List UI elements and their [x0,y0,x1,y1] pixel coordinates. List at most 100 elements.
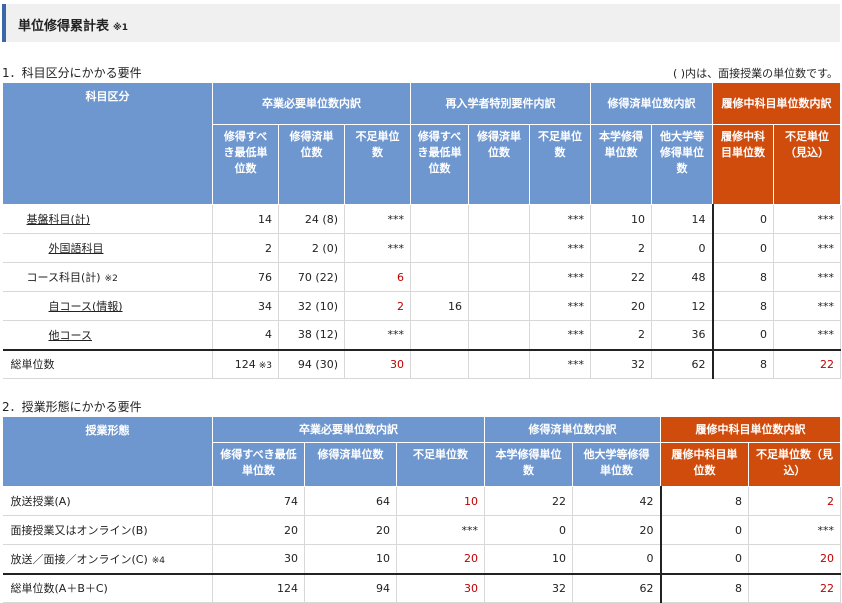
cell-value: 20 [631,299,646,313]
row-label: 放送授業(A) [2,486,213,516]
header-enrolled: 履修中科目単位数内訳 [712,82,842,125]
cell-c10: 22 [773,348,842,379]
cell-value: *** [567,328,585,342]
cell-value: *** [817,212,835,226]
cell-value: 38 (12) [297,328,338,342]
cell-c5: 20 [572,515,662,545]
header2-enrolled: 履修中科目単位数内訳 [660,416,842,443]
cell-c2: 2 (0) [278,233,345,263]
cell-value: 0 [760,241,768,255]
cell-value: 34 [258,299,272,313]
header2-grad-min: 修得すべき最低単位数 [212,442,305,487]
cell-c6: 0 [659,544,750,574]
cell-c5: 62 [572,572,662,603]
cell-c6: *** [529,320,592,350]
header-enr-units: 履修中科目単位数 [712,124,775,205]
header2-own: 本学修得単位数 [484,442,574,487]
row-label: コース科目(計) ※2 [2,262,213,292]
cell-c3: *** [396,515,486,545]
cell-c4 [410,233,470,263]
cell-c1: 34 [212,291,279,321]
row-label-text: 放送／面接／オンライン(C) [10,552,148,566]
header-re-min: 修得すべき最低単位数 [410,124,470,205]
cell-c6: 0 [659,515,750,545]
cell-c8: 48 [651,262,714,292]
cell-value: *** [817,299,835,313]
cell-c1: 124 [212,572,305,603]
cell-c10: *** [773,233,842,263]
subject-link[interactable]: 外国語科目 [49,242,104,255]
header-re-earned: 修得済単位数 [468,124,531,205]
table-row: 基盤科目(計) 14 24 (8) *** *** 10 14 0 *** [2,204,842,234]
cell-note: ※3 [258,360,272,371]
cell-value: 6 [397,270,405,284]
cell-c6: *** [529,204,592,234]
cell-c6: *** [529,291,592,321]
cell-value: 2 [638,241,646,255]
cell-c5 [468,320,531,350]
row-label: 他コース [2,320,213,350]
subject-requirements-table: 科目区分 卒業必要単位数内訳 再入学者特別要件内訳 修得済単位数内訳 履修中科目… [2,82,842,379]
row-note: ※4 [151,555,166,566]
cell-c3: 30 [396,572,486,603]
cell-c9: 8 [711,291,775,321]
cell-c3: 30 [344,348,412,379]
cell-value: *** [567,212,585,226]
cell-value: 14 [258,212,272,226]
cell-c8: 62 [651,348,714,379]
header2-enr-short: 不足単位数（見込） [748,442,842,487]
cell-c3: 2 [344,291,412,321]
row-label-text: コース科目(計) [26,271,101,284]
subject-link[interactable]: 自コース(情報) [49,300,123,313]
cell-value: 76 [258,270,272,284]
cell-value: *** [817,241,835,255]
cell-value: 62 [691,357,706,371]
subject-link[interactable]: 他コース [49,329,92,342]
cell-c7: 2 [590,233,653,263]
cell-value: 0 [760,212,768,226]
cell-c5: 42 [572,486,662,516]
cell-value: *** [567,357,585,371]
header-form: 授業形態 [2,416,213,487]
cell-c7: 22 [748,572,842,603]
cell-c6: 8 [659,486,750,516]
cell-value: 32 (10) [297,299,338,313]
cell-c9: 8 [711,348,775,379]
class-form-requirements-table: 授業形態 卒業必要単位数内訳 修得済単位数内訳 履修中科目単位数内訳 修得すべき… [2,416,842,603]
cell-c10: *** [773,320,842,350]
cell-c9: 0 [711,320,775,350]
cell-c9: 0 [711,204,775,234]
cell-c2: 94 [304,572,397,603]
row-label-text: 総単位数 [10,358,55,372]
cell-c7: 2 [590,320,653,350]
header-own: 本学修得単位数 [590,124,653,205]
cell-c3: *** [344,233,412,263]
row-label-text: 総単位数(A＋B＋C) [10,582,108,596]
header2-earned: 修得済単位数内訳 [484,416,662,443]
cell-value: *** [387,212,405,226]
cell-c5 [468,233,531,263]
header-enr-short: 不足単位（見込） [773,124,842,205]
page-title-bar: 単位修得累計表 ※1 [2,4,840,42]
row-label: 放送／面接／オンライン(C) ※4 [2,544,213,574]
cell-c7: 20 [590,291,653,321]
cell-c7: 20 [748,544,842,574]
cell-value: 32 [631,357,646,371]
header2-other: 他大学等修得単位数 [572,442,662,487]
table-row: 外国語科目 2 2 (0) *** *** 2 0 0 *** [2,233,842,263]
subject-link[interactable]: 基盤科目(計) [27,213,91,226]
header2-grad: 卒業必要単位数内訳 [211,416,486,443]
cell-c2: 32 (10) [278,291,345,321]
header-subject: 科目区分 [2,82,213,205]
cell-value: 2 [397,299,405,313]
total-row: 総単位数 124 ※3 94 (30) 30 *** 32 62 8 22 [2,348,842,379]
cell-value: *** [567,241,585,255]
cell-value: 24 (8) [304,212,338,226]
cell-value: 16 [448,299,463,313]
cell-value: 8 [760,357,768,371]
cell-value: 14 [691,212,706,226]
section2-heading: 2．授業形態にかかる要件 [2,400,142,414]
header2-enr-units: 履修中科目単位数 [660,442,750,487]
cell-value: 10 [631,212,646,226]
total-row: 総単位数(A＋B＋C) 124 94 30 32 62 8 22 [2,572,842,603]
